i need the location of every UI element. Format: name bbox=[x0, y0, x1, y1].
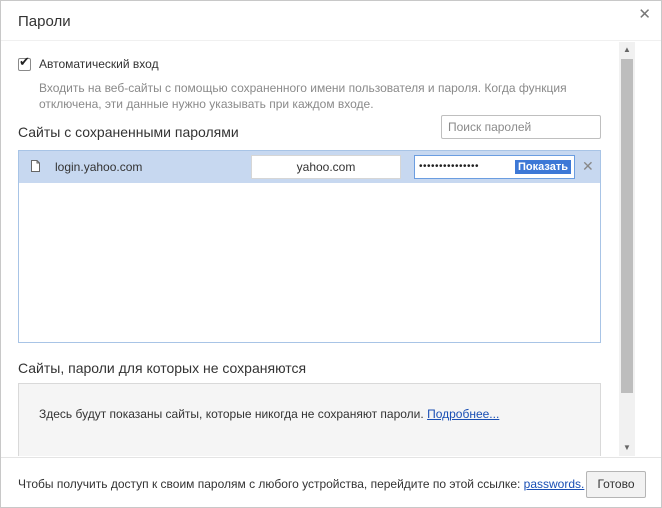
site-name: login.yahoo.com bbox=[55, 160, 143, 174]
document-icon bbox=[31, 160, 40, 172]
never-saved-message: Здесь будут показаны сайты, которые нико… bbox=[39, 407, 424, 421]
done-button[interactable]: Готово bbox=[586, 471, 646, 498]
header-divider bbox=[1, 40, 661, 41]
autologin-checkbox[interactable]: ✔ bbox=[18, 54, 31, 71]
never-saved-title: Сайты, пароли для которых не сохраняются bbox=[18, 360, 307, 376]
scroll-down-icon[interactable]: ▼ bbox=[619, 440, 635, 456]
autologin-row[interactable]: ✔ Автоматический вход bbox=[18, 54, 159, 71]
learn-more-link[interactable]: Подробнее... bbox=[427, 407, 499, 421]
saved-passwords-list: login.yahoo.com yahoo.com ••••••••••••••… bbox=[18, 150, 601, 343]
passwords-link[interactable]: passwords. bbox=[524, 477, 585, 491]
footer-message: Чтобы получить доступ к своим паролям с … bbox=[18, 477, 521, 491]
saved-passwords-title: Сайты с сохраненными паролями bbox=[18, 124, 239, 140]
dialog-title: Пароли bbox=[18, 13, 71, 30]
autologin-description: Входить на веб-сайты с помощью сохраненн… bbox=[39, 81, 567, 111]
autologin-label: Автоматический вход bbox=[39, 57, 159, 71]
show-password-button[interactable]: Показать bbox=[515, 160, 571, 174]
password-row[interactable]: login.yahoo.com yahoo.com ••••••••••••••… bbox=[19, 151, 600, 183]
search-passwords-input[interactable] bbox=[441, 115, 601, 139]
footer-divider bbox=[1, 457, 661, 458]
password-field[interactable]: ••••••••••••••• Показать bbox=[414, 155, 575, 179]
password-masked: ••••••••••••••• bbox=[419, 161, 480, 172]
username-field[interactable]: yahoo.com bbox=[251, 155, 401, 179]
scroll-up-icon[interactable]: ▲ bbox=[619, 42, 635, 58]
never-saved-box: Здесь будут показаны сайты, которые нико… bbox=[18, 383, 601, 456]
never-saved-text: Здесь будут показаны сайты, которые нико… bbox=[39, 407, 499, 421]
scroll-thumb[interactable] bbox=[621, 59, 633, 393]
close-icon[interactable]: ✕ bbox=[638, 7, 651, 23]
checkmark-icon: ✔ bbox=[19, 53, 30, 69]
passwords-dialog: Пароли ✕ ✔ Автоматический вход Входить н… bbox=[0, 0, 662, 508]
scrollbar[interactable]: ▲ ▼ bbox=[619, 42, 635, 456]
delete-icon[interactable]: ✕ bbox=[582, 158, 594, 174]
footer-text: Чтобы получить доступ к своим паролям с … bbox=[18, 477, 584, 491]
dialog-content: ✔ Автоматический вход Входить на веб-сай… bbox=[1, 42, 619, 456]
